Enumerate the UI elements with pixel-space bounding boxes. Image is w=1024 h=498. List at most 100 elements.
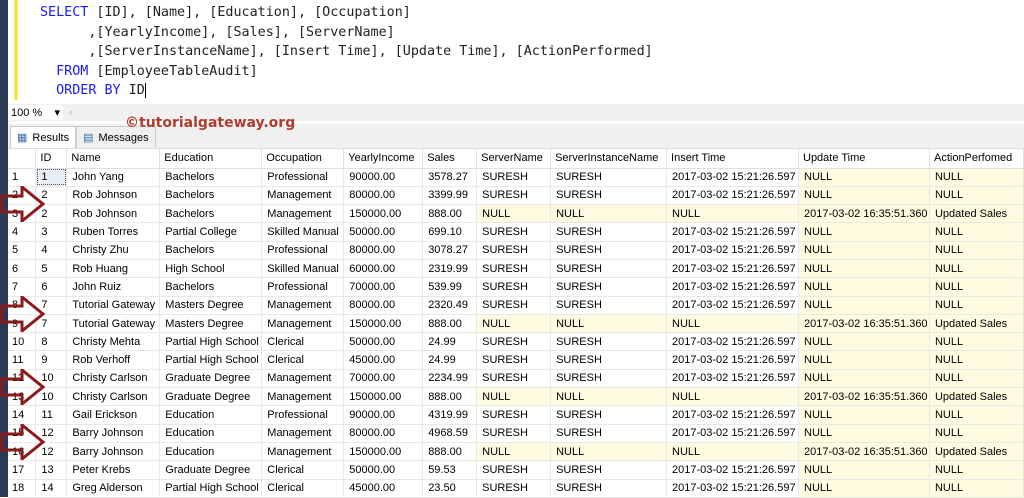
table-cell[interactable]: SURESH — [476, 424, 552, 443]
table-cell[interactable]: Gail Erickson — [66, 405, 161, 425]
table-cell[interactable]: NULL — [798, 168, 930, 187]
table-row[interactable]: 14 11 Gail Erickson Education Professional 90… — [8, 405, 1024, 425]
table-cell[interactable]: 9 — [35, 350, 68, 370]
table-cell[interactable]: 12 — [35, 424, 68, 443]
table-cell[interactable]: Clerical — [261, 460, 345, 480]
column-header[interactable]: ServerName — [476, 149, 552, 169]
table-cell[interactable]: 2017-03-02 16:35:51.360 — [798, 442, 930, 462]
table-row[interactable]: 12 10 Christy Carlson Graduate Degree Manage… — [8, 369, 1024, 389]
table-row[interactable]: 2 2 Rob Johnson Bachelors Management 80000.00… — [8, 186, 1024, 206]
table-cell[interactable]: Professional — [261, 405, 345, 425]
table-cell[interactable]: 80000.00 — [343, 424, 424, 443]
table-row[interactable]: 5 4 Christy Zhu Bachelors Professional 80000.… — [8, 241, 1024, 260]
table-row[interactable]: 8 7 Tutorial Gateway Masters Degree Manageme… — [8, 296, 1024, 315]
table-cell[interactable]: NULL — [929, 296, 1024, 315]
table-cell[interactable]: SURESH — [476, 350, 552, 370]
table-cell[interactable]: NULL — [929, 460, 1024, 480]
table-cell[interactable]: Clerical — [261, 350, 345, 370]
table-cell[interactable]: Professional — [261, 168, 345, 187]
table-cell[interactable]: NULL — [929, 168, 1024, 187]
table-cell[interactable]: NULL — [550, 314, 668, 334]
table-cell[interactable]: NULL — [798, 186, 930, 206]
table-cell[interactable]: Management — [261, 442, 345, 462]
table-cell[interactable]: 10 — [35, 387, 68, 407]
table-cell[interactable]: NULL — [666, 442, 799, 462]
table-cell[interactable]: 3399.99 — [422, 186, 478, 206]
table-cell[interactable]: Education — [159, 405, 263, 425]
table-cell[interactable]: SURESH — [476, 241, 552, 260]
column-header[interactable]: Education — [159, 149, 263, 169]
table-cell[interactable]: Clerical — [261, 479, 345, 498]
row-number[interactable]: 6 — [8, 259, 37, 279]
column-header[interactable]: YearlyIncome — [343, 149, 424, 169]
table-cell[interactable]: Updated Sales — [929, 442, 1024, 462]
table-row[interactable]: 3 2 Rob Johnson Bachelors Management 150000.0… — [8, 204, 1024, 224]
table-row[interactable]: 9 7 Tutorial Gateway Masters Degree Manageme… — [8, 314, 1024, 334]
table-cell[interactable]: 24.99 — [422, 350, 478, 370]
table-cell[interactable]: SURESH — [550, 277, 668, 297]
table-cell[interactable]: 2017-03-02 15:21:26.597 — [666, 369, 799, 389]
table-cell[interactable]: Management — [261, 387, 345, 407]
table-cell[interactable]: NULL — [929, 479, 1024, 498]
table-cell[interactable]: 2017-03-02 15:21:26.597 — [666, 222, 799, 242]
table-cell[interactable]: Rob Johnson — [66, 186, 161, 206]
table-cell[interactable]: 888.00 — [422, 314, 478, 334]
row-number[interactable]: 1 — [8, 168, 37, 187]
table-cell[interactable]: SURESH — [550, 296, 668, 315]
table-cell[interactable]: Management — [261, 369, 345, 389]
table-cell[interactable]: SURESH — [550, 369, 668, 389]
table-cell[interactable]: SURESH — [550, 186, 668, 206]
column-header[interactable]: ActionPerfomed — [929, 149, 1024, 169]
table-cell[interactable]: NULL — [929, 424, 1024, 443]
table-cell[interactable]: Christy Mehta — [66, 332, 161, 352]
table-cell[interactable]: NULL — [798, 277, 930, 297]
table-row[interactable]: 11 9 Rob Verhoff Partial High School Clerica… — [8, 350, 1024, 370]
table-cell[interactable]: 150000.00 — [343, 442, 424, 462]
table-cell[interactable]: 4968.59 — [422, 424, 478, 443]
table-cell[interactable]: Barry Johnson — [66, 424, 161, 443]
table-cell[interactable]: Professional — [261, 241, 345, 260]
table-row[interactable]: 13 10 Christy Carlson Graduate Degree Manage… — [8, 387, 1024, 407]
row-number[interactable]: 12 — [8, 369, 37, 389]
table-cell[interactable]: 888.00 — [422, 387, 478, 407]
row-number[interactable]: 3 — [8, 204, 37, 224]
table-cell[interactable]: NULL — [798, 241, 930, 260]
row-number[interactable]: 2 — [8, 186, 37, 206]
row-number[interactable]: 17 — [8, 460, 37, 480]
column-header[interactable]: ServerInstanceName — [550, 149, 668, 169]
row-number[interactable]: 4 — [8, 222, 37, 242]
table-cell[interactable]: NULL — [666, 387, 799, 407]
table-cell[interactable]: Bachelors — [159, 241, 263, 260]
column-header[interactable]: Update Time — [798, 149, 930, 169]
table-cell[interactable]: 2017-03-02 15:21:26.597 — [666, 424, 799, 443]
column-header[interactable]: Sales — [422, 149, 478, 169]
table-cell[interactable]: 45000.00 — [343, 479, 424, 498]
table-cell[interactable]: 2 — [35, 204, 68, 224]
table-cell[interactable]: NULL — [666, 204, 799, 224]
row-number[interactable]: 11 — [8, 350, 37, 370]
table-cell[interactable]: 70000.00 — [343, 277, 424, 297]
table-cell[interactable]: NULL — [929, 222, 1024, 242]
table-cell[interactable]: 5 — [35, 259, 68, 279]
table-cell[interactable]: 90000.00 — [343, 168, 424, 187]
table-cell[interactable]: NULL — [929, 405, 1024, 425]
table-cell[interactable]: Greg Alderson — [66, 479, 161, 498]
table-row[interactable]: 18 14 Greg Alderson Partial High School Cler… — [8, 479, 1024, 498]
table-cell[interactable]: NULL — [929, 186, 1024, 206]
table-cell[interactable]: Partial High School — [159, 479, 263, 498]
table-cell[interactable]: NULL — [476, 387, 552, 407]
column-header[interactable]: ID — [35, 149, 68, 169]
table-cell[interactable]: NULL — [929, 369, 1024, 389]
table-cell[interactable]: 50000.00 — [343, 460, 424, 480]
table-row[interactable]: 7 6 John Ruiz Bachelors Professional 70000.00… — [8, 277, 1024, 297]
table-row[interactable]: 6 5 Rob Huang High School Skilled Manual 6000… — [8, 259, 1024, 279]
table-cell[interactable]: 699.10 — [422, 222, 478, 242]
table-cell[interactable]: Tutorial Gateway — [66, 296, 161, 315]
table-row[interactable]: 17 13 Peter Krebs Graduate Degree Clerical 50… — [8, 460, 1024, 480]
table-cell[interactable]: NULL — [929, 350, 1024, 370]
table-cell[interactable]: Management — [261, 204, 345, 224]
table-cell[interactable]: NULL — [550, 442, 668, 462]
table-cell[interactable]: Education — [159, 424, 263, 443]
table-cell[interactable]: 11 — [35, 405, 68, 425]
table-cell[interactable]: SURESH — [476, 259, 552, 279]
